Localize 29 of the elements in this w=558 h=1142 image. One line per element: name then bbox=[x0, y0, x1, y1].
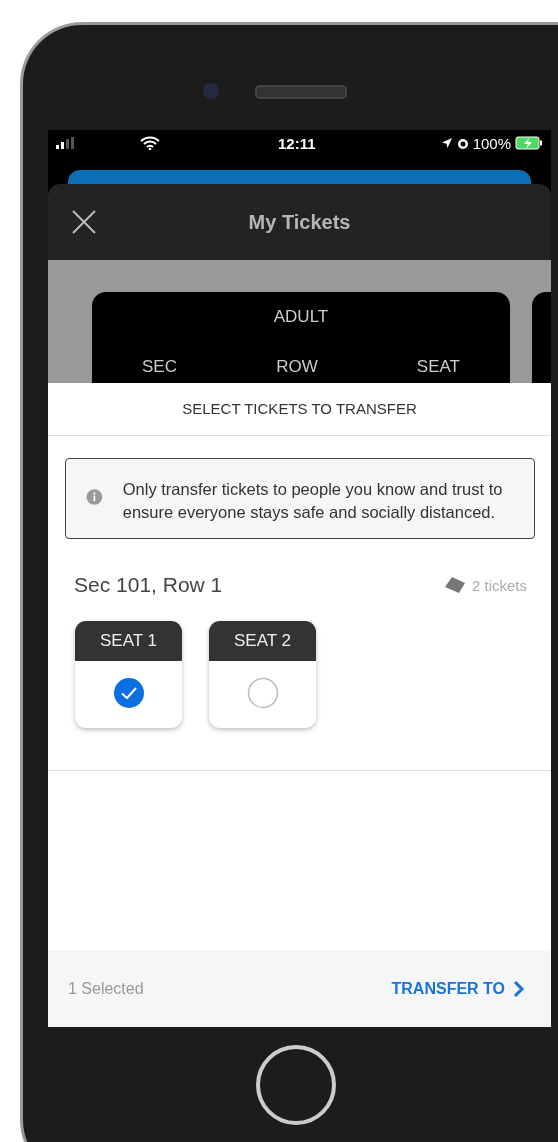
seat-label: SEAT 1 bbox=[75, 621, 182, 661]
battery-percent: 100% bbox=[472, 134, 511, 152]
notice-text: Only transfer tickets to people you know and trust to ensure everyone stays safe and socially distanced. bbox=[122, 479, 504, 523]
close-icon[interactable] bbox=[71, 209, 97, 235]
status-time: 12:11 bbox=[278, 134, 316, 152]
panel-title: SELECT TICKETS TO TRANSFER bbox=[48, 383, 551, 436]
radio-circle-icon[interactable] bbox=[246, 677, 279, 709]
location-arrow-icon bbox=[440, 137, 453, 149]
ticket-icon bbox=[443, 576, 466, 594]
section-heading: Sec 101, Row 1 bbox=[74, 573, 223, 597]
ticket-label: ROW bbox=[276, 357, 318, 377]
selected-count: 1 Selected bbox=[68, 979, 144, 998]
battery-charging-icon bbox=[515, 136, 543, 150]
seat-card[interactable]: SEAT 2 bbox=[209, 621, 316, 728]
speaker-icon bbox=[255, 85, 347, 99]
home-button[interactable] bbox=[256, 1045, 336, 1125]
wifi-icon bbox=[140, 136, 160, 150]
camera-icon bbox=[203, 83, 219, 99]
ticket-count: 2 tickets bbox=[471, 576, 527, 594]
ticket-label: SEC bbox=[142, 357, 177, 377]
ticket-label: SEAT bbox=[416, 357, 460, 377]
chevron-right-icon bbox=[513, 979, 525, 998]
alarm-clock-icon bbox=[456, 136, 469, 150]
seat-label: SEAT 2 bbox=[209, 621, 316, 661]
transfer-button[interactable]: TRANSFER TO bbox=[391, 975, 525, 1002]
checked-circle-icon[interactable] bbox=[112, 677, 145, 709]
seat-card[interactable]: SEAT 1 bbox=[75, 621, 182, 728]
header-title: My Tickets bbox=[248, 210, 351, 234]
ticket-type: ADULT bbox=[272, 307, 330, 327]
